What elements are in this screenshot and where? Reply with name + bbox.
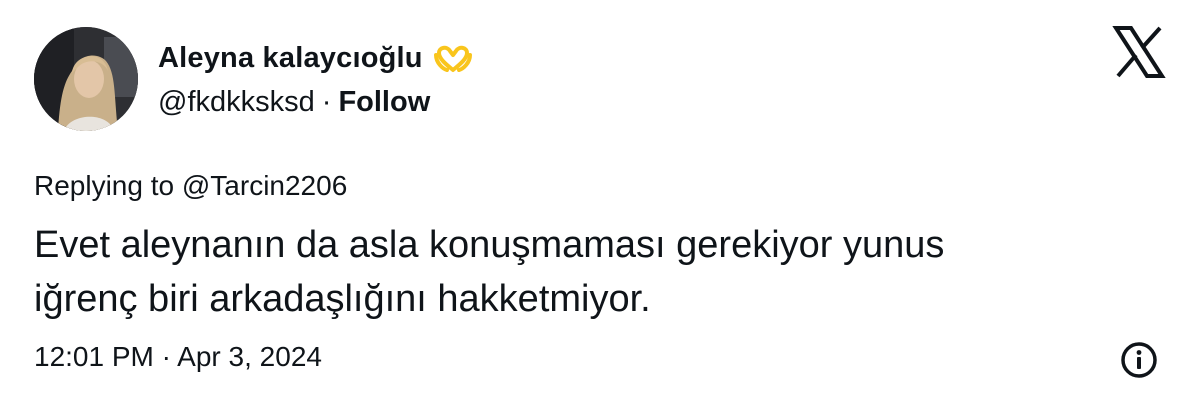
separator-dot: · (321, 85, 332, 118)
avatar[interactable] (34, 27, 138, 131)
reply-mention-link[interactable]: @Tarcin2206 (182, 170, 347, 201)
replying-to-label: Replying to (34, 170, 182, 201)
user-handle[interactable]: @fkdkksksd (158, 86, 315, 119)
avatar-photo-icon (34, 27, 138, 131)
follow-button[interactable]: Follow (338, 86, 430, 119)
tweet-timestamp[interactable]: 12:01 PM · Apr 3, 2024 (34, 341, 322, 373)
display-name[interactable]: Aleyna kalaycıoğlu (158, 42, 423, 75)
handle-row: @fkdkksksd · Follow (158, 84, 430, 120)
tweet-card: Aleyna kalaycıoğlu @fkdkksksd · Follow R… (0, 0, 1200, 418)
display-name-row: Aleyna kalaycıoğlu (158, 40, 473, 76)
replying-to: Replying to @Tarcin2206 (34, 170, 347, 202)
info-icon[interactable] (1120, 341, 1158, 379)
tweet-text: Evet aleynanın da asla konuşmaması gerek… (34, 224, 945, 320)
heart-hands-icon (433, 43, 473, 73)
x-logo-icon[interactable] (1112, 26, 1166, 78)
